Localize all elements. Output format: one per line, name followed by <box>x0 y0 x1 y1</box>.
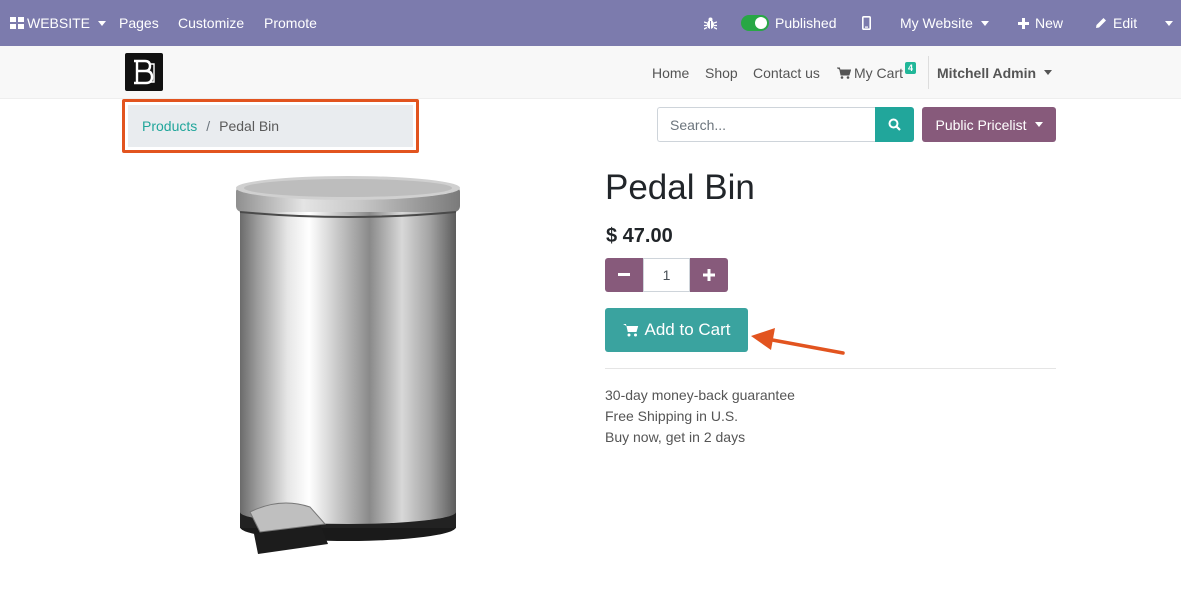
breadcrumb-products-link[interactable]: Products <box>142 118 197 134</box>
bug-icon <box>704 17 717 30</box>
product-image <box>236 176 460 554</box>
website-menu[interactable]: WEBSITE <box>10 0 107 46</box>
add-to-cart-label: Add to Cart <box>644 320 731 339</box>
published-label: Published <box>775 15 837 31</box>
cart-label: My Cart <box>854 64 903 81</box>
breadcrumb-current: Pedal Bin <box>219 118 280 134</box>
minus-icon <box>618 273 630 276</box>
user-menu[interactable]: Mitchell Admin <box>937 46 1053 99</box>
pricelist-label: Public Pricelist <box>935 116 1027 133</box>
chevron-down-icon <box>98 20 107 26</box>
product-divider <box>605 368 1056 369</box>
annotation-arrow-icon <box>751 328 845 355</box>
nav-divider <box>928 56 929 89</box>
info-shipping: Free Shipping in U.S. <box>605 408 739 424</box>
pricelist-dropdown[interactable]: Public Pricelist <box>922 107 1056 142</box>
chevron-down-icon <box>1044 70 1053 75</box>
plus-icon <box>1018 17 1029 29</box>
menu-promote[interactable]: Promote <box>264 0 317 46</box>
cart-icon <box>837 67 851 79</box>
mobile-preview-button[interactable] <box>862 0 871 46</box>
new-button[interactable]: New <box>1018 0 1063 46</box>
plus-icon <box>703 269 715 281</box>
chevron-down-icon <box>980 20 989 26</box>
chevron-down-icon <box>1034 122 1043 127</box>
mobile-icon <box>862 16 871 30</box>
quantity-decrease-button[interactable] <box>605 258 643 292</box>
cart-count-badge: 4 <box>905 61 917 74</box>
edit-label: Edit <box>1113 15 1138 31</box>
cart-icon <box>622 324 638 337</box>
search-button[interactable] <box>875 107 914 142</box>
menu-customize[interactable]: Customize <box>178 0 244 46</box>
apps-grid-icon <box>10 17 24 29</box>
search-icon <box>888 118 901 131</box>
website-menu-label: WEBSITE <box>27 15 91 31</box>
pencil-icon <box>1096 18 1106 28</box>
product-price: $ 47.00 <box>606 225 673 247</box>
quantity-input[interactable] <box>643 258 690 292</box>
info-delivery: Buy now, get in 2 days <box>605 429 746 445</box>
logo-icon <box>134 59 155 85</box>
breadcrumb-highlight: Products / Pedal Bin <box>122 99 419 153</box>
new-label: New <box>1035 15 1064 31</box>
breadcrumb-separator: / <box>206 118 211 134</box>
info-guarantee: 30-day money-back guarantee <box>605 387 795 403</box>
nav-shop[interactable]: Shop <box>705 46 738 99</box>
add-to-cart-button[interactable]: Add to Cart <box>605 308 748 352</box>
my-website-menu[interactable]: My Website <box>900 0 989 46</box>
user-name: Mitchell Admin <box>937 64 1037 81</box>
debug-button[interactable] <box>704 0 717 46</box>
quantity-increase-button[interactable] <box>690 258 728 292</box>
menu-pages[interactable]: Pages <box>119 0 159 46</box>
site-logo[interactable] <box>125 53 163 91</box>
edit-button[interactable]: Edit <box>1095 0 1137 46</box>
nav-my-cart[interactable]: My Cart 4 <box>837 46 917 99</box>
published-toggle[interactable]: Published <box>741 0 837 46</box>
search-input[interactable] <box>657 107 876 142</box>
chevron-down-icon <box>1165 20 1173 26</box>
product-title: Pedal Bin <box>605 168 755 207</box>
website-admin-bar: WEBSITE Pages Customize Promote Publishe… <box>0 0 1181 46</box>
site-header: Home Shop Contact us My Cart 4 Mitchell … <box>0 46 1181 99</box>
my-website-label: My Website <box>900 15 973 31</box>
toggle-switch[interactable] <box>741 15 769 31</box>
nav-contact-us[interactable]: Contact us <box>753 46 820 99</box>
nav-home[interactable]: Home <box>652 46 689 99</box>
edit-dropdown-toggle[interactable] <box>1163 0 1173 46</box>
breadcrumb: Products / Pedal Bin <box>128 105 413 147</box>
